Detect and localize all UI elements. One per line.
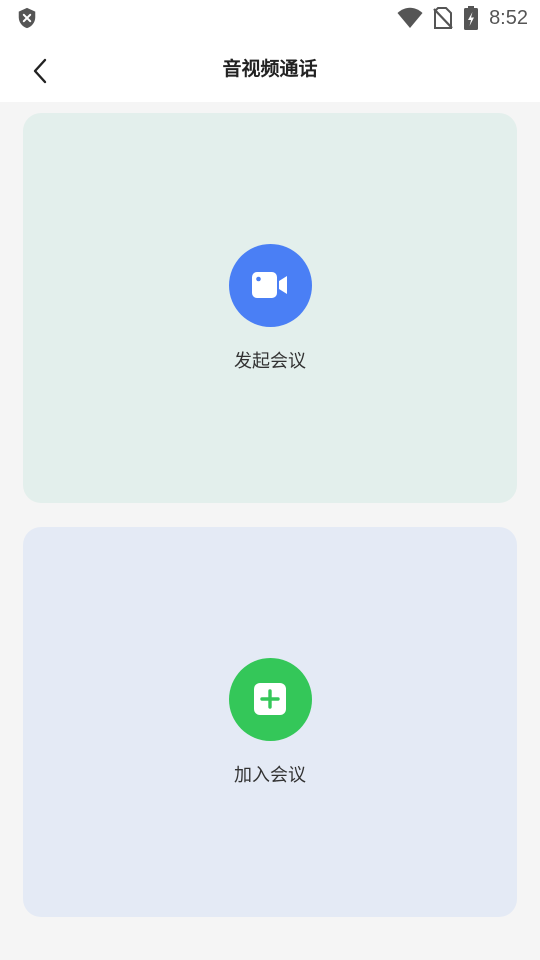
no-sim-icon	[433, 7, 453, 29]
join-meeting-label: 加入会议	[234, 764, 306, 786]
nav-bar: 音视频通话	[0, 36, 540, 102]
status-bar: 8:52	[0, 0, 540, 36]
page-title: 音视频通话	[222, 58, 318, 80]
wifi-icon	[397, 7, 423, 28]
start-meeting-card[interactable]: 发起会议	[23, 113, 517, 503]
start-meeting-icon-circle	[228, 243, 312, 327]
shield-x-icon	[18, 7, 36, 29]
battery-charging-icon	[464, 6, 479, 30]
join-meeting-card[interactable]: 加入会议	[23, 527, 517, 917]
start-meeting-label: 发起会议	[234, 350, 306, 372]
status-time: 8:52	[489, 6, 528, 29]
status-icons: 8:52	[397, 0, 528, 36]
video-camera-icon	[252, 272, 287, 298]
plus-square-icon	[254, 683, 286, 715]
join-meeting-icon-circle	[228, 657, 312, 741]
